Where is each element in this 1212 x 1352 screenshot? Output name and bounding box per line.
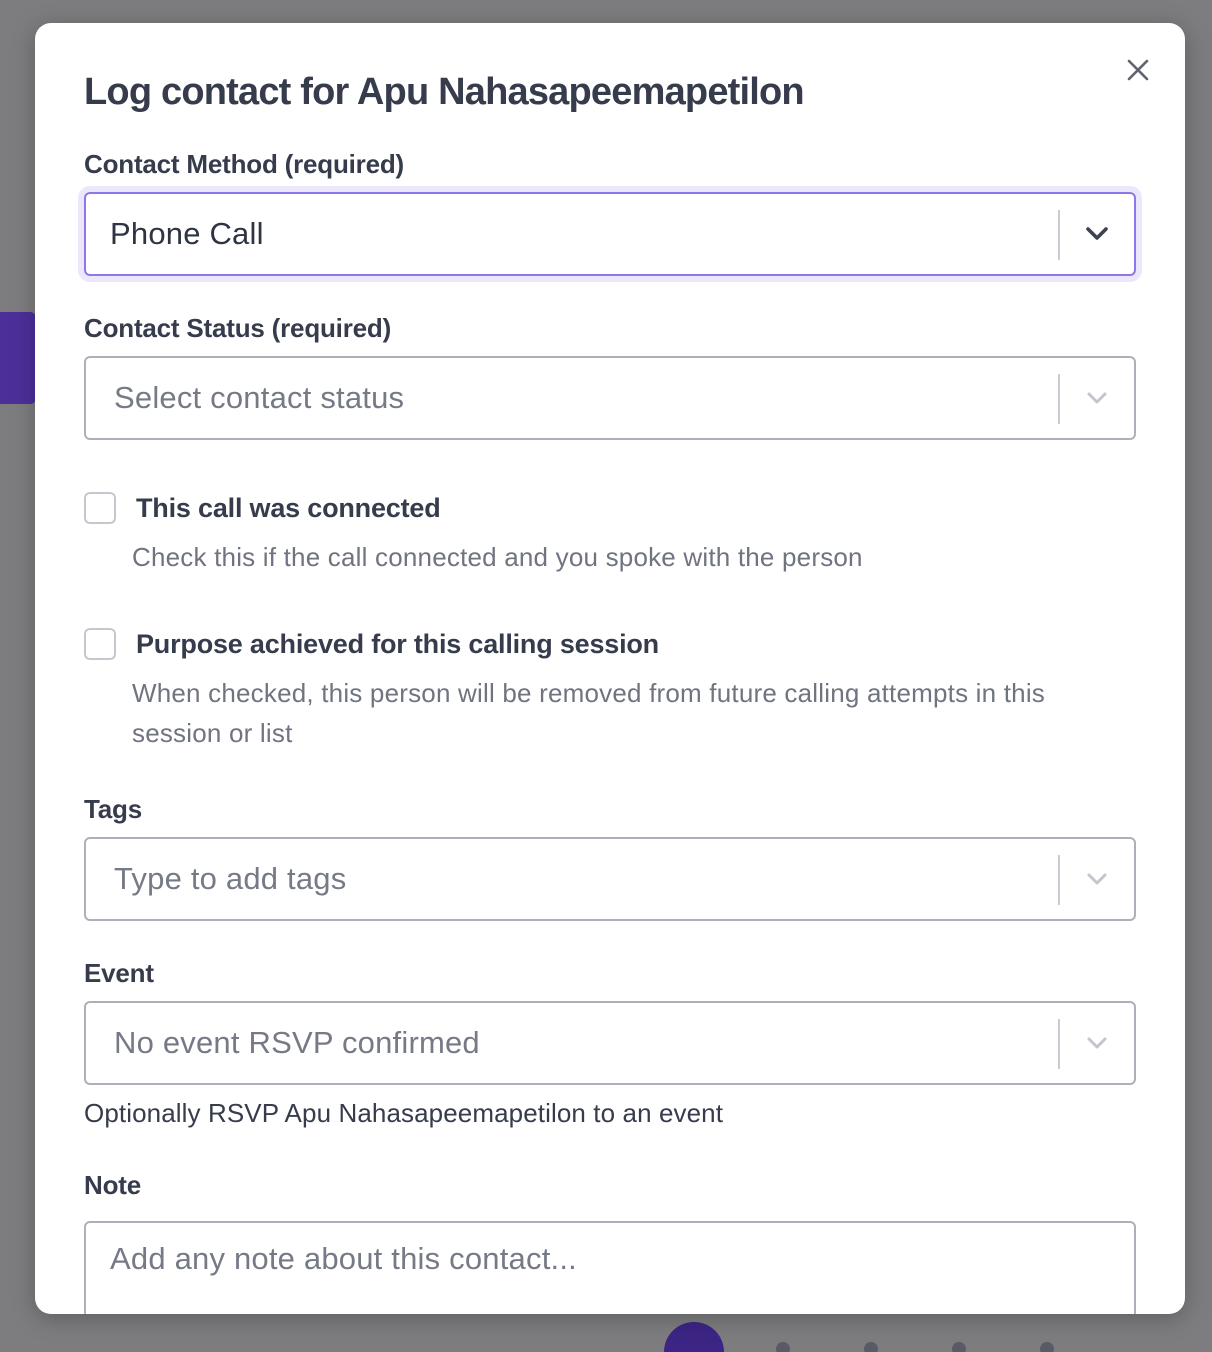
- contact-method-label: Contact Method (required): [84, 149, 404, 179]
- chevron-down-icon[interactable]: [1082, 1031, 1112, 1055]
- select-divider: [1058, 210, 1060, 260]
- background-pagination-dot: [776, 1342, 790, 1352]
- background-pagination-dot: [1040, 1342, 1054, 1352]
- purpose-achieved-row: Purpose achieved for this calling sessio…: [84, 628, 659, 660]
- contact-status-select[interactable]: Select contact status: [84, 356, 1136, 440]
- call-connected-row: This call was connected: [84, 492, 441, 524]
- tags-select[interactable]: Type to add tags: [84, 837, 1136, 921]
- contact-method-value: Phone Call: [110, 216, 264, 251]
- close-button[interactable]: [1121, 53, 1155, 87]
- background-pagination-active: [664, 1322, 724, 1352]
- note-textarea[interactable]: Add any note about this contact...: [84, 1221, 1136, 1314]
- note-label: Note: [84, 1170, 141, 1200]
- chevron-down-icon[interactable]: [1082, 867, 1112, 891]
- event-label: Event: [84, 958, 154, 988]
- call-connected-help: Check this if the call connected and you…: [132, 542, 863, 572]
- event-placeholder: No event RSVP confirmed: [114, 1025, 480, 1060]
- select-divider: [1058, 1019, 1060, 1069]
- close-icon: [1127, 59, 1149, 81]
- chevron-down-icon[interactable]: [1082, 222, 1112, 246]
- dialog-title: Log contact for Apu Nahasapeemapetilon: [84, 71, 805, 113]
- tags-label: Tags: [84, 794, 142, 824]
- tags-placeholder: Type to add tags: [114, 861, 347, 896]
- purpose-achieved-checkbox[interactable]: [84, 628, 116, 660]
- contact-status-label: Contact Status (required): [84, 313, 392, 343]
- call-connected-label[interactable]: This call was connected: [136, 493, 441, 524]
- note-placeholder: Add any note about this contact...: [110, 1241, 577, 1276]
- purpose-achieved-label[interactable]: Purpose achieved for this calling sessio…: [136, 629, 659, 660]
- event-help: Optionally RSVP Apu Nahasapeemapetilon t…: [84, 1098, 724, 1128]
- background-nav-highlight: [0, 312, 36, 404]
- event-select[interactable]: No event RSVP confirmed: [84, 1001, 1136, 1085]
- select-divider: [1058, 374, 1060, 424]
- background-pagination-dot: [864, 1342, 878, 1352]
- contact-status-placeholder: Select contact status: [114, 380, 405, 415]
- background-pagination-dot: [952, 1342, 966, 1352]
- log-contact-dialog: Log contact for Apu Nahasapeemapetilon C…: [35, 23, 1185, 1314]
- call-connected-checkbox[interactable]: [84, 492, 116, 524]
- contact-method-select[interactable]: Phone Call: [84, 192, 1136, 276]
- chevron-down-icon[interactable]: [1082, 386, 1112, 410]
- select-divider: [1058, 855, 1060, 905]
- purpose-achieved-help: When checked, this person will be remove…: [132, 678, 1046, 748]
